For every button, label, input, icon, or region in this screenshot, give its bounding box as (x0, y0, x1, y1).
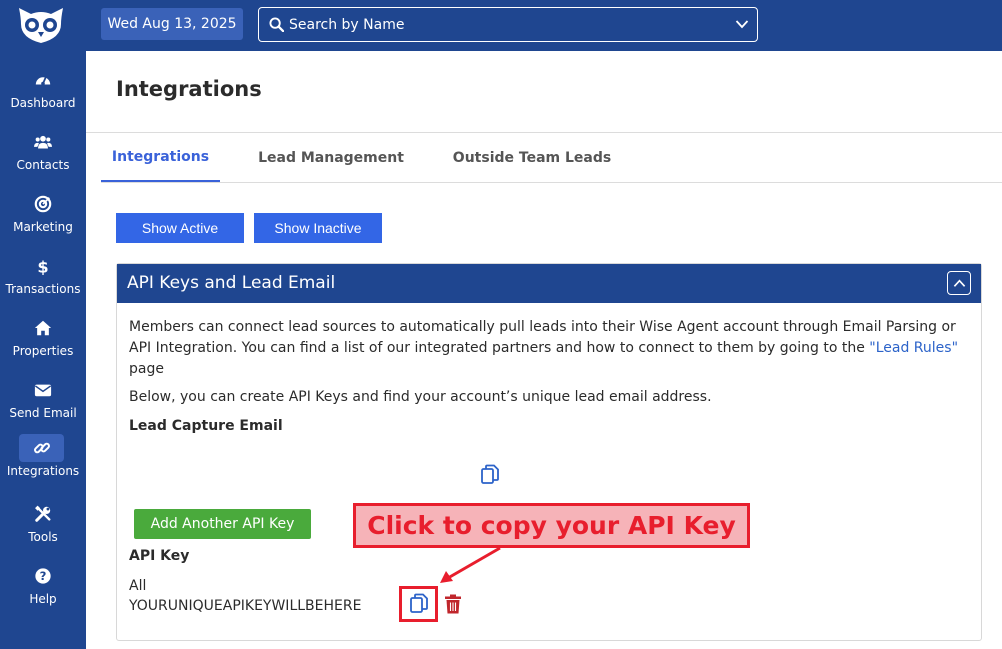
owl-logo-icon[interactable] (17, 6, 65, 44)
sidebar-item-label: Dashboard (10, 96, 76, 110)
sidebar-item-label: Send Email (9, 406, 77, 420)
sidebar-item-label: Contacts (16, 158, 70, 172)
copy-icon (409, 593, 428, 613)
users-icon (29, 128, 57, 156)
api-key-scope: All (129, 578, 147, 594)
sidebar-item-label: Integrations (6, 464, 80, 478)
lead-rules-link[interactable]: "Lead Rules" (869, 340, 958, 356)
arrow-icon (440, 546, 501, 583)
chevron-up-icon (953, 278, 965, 287)
sidebar-item-label: Properties (12, 344, 74, 358)
svg-text:?: ? (40, 569, 47, 583)
api-key-label: API Key (129, 548, 190, 564)
panel-description: Members can connect lead sources to auto… (129, 317, 969, 380)
sidebar-item-send-email[interactable]: Send Email (0, 376, 86, 438)
lead-capture-email-label: Lead Capture Email (129, 418, 283, 434)
copy-icon[interactable] (480, 464, 500, 486)
tools-icon (29, 500, 57, 528)
description-text: Members can connect lead sources to auto… (129, 319, 956, 356)
page-title: Integrations (116, 77, 262, 101)
envelope-icon (29, 376, 57, 404)
show-inactive-button[interactable]: Show Inactive (254, 213, 382, 243)
sidebar-item-label: Transactions (5, 282, 81, 296)
sidebar-item-tools[interactable]: Tools (0, 500, 86, 562)
chevron-down-icon[interactable] (735, 17, 749, 31)
main-content: Integrations Integrations Lead Managemen… (86, 51, 1002, 649)
copy-api-key-button[interactable] (399, 586, 438, 622)
home-icon (29, 314, 57, 342)
api-key-value: YOURUNIQUEAPIKEYWILLBEHERE (129, 598, 362, 614)
sidebar-item-transactions[interactable]: $ Transactions (0, 252, 86, 314)
panel-header: API Keys and Lead Email (117, 264, 981, 303)
page-header: Integrations (86, 51, 1002, 133)
sidebar: Dashboard Contacts Marketing $ Transacti… (0, 0, 86, 649)
collapse-button[interactable] (947, 271, 971, 295)
question-icon: ? (29, 562, 57, 590)
show-active-button[interactable]: Show Active (116, 213, 244, 243)
trash-icon[interactable] (444, 594, 462, 614)
tab-lead-management[interactable]: Lead Management (251, 134, 411, 182)
description-text-end: page (129, 361, 164, 377)
api-key-row: All YOURUNIQUEAPIKEYWILLBEHERE (129, 576, 361, 616)
sidebar-item-marketing[interactable]: Marketing (0, 190, 86, 252)
date-button[interactable]: Wed Aug 13, 2025 (101, 8, 243, 40)
search-box[interactable] (258, 7, 758, 42)
sidebar-item-integrations[interactable]: Integrations (0, 434, 86, 496)
sidebar-item-properties[interactable]: Properties (0, 314, 86, 376)
annotation-callout: Click to copy your API Key (353, 503, 750, 548)
sidebar-item-contacts[interactable]: Contacts (0, 128, 86, 190)
tab-integrations[interactable]: Integrations (101, 134, 220, 182)
api-keys-panel: API Keys and Lead Email Members can conn… (116, 263, 982, 641)
gauge-icon (29, 66, 57, 94)
sidebar-item-dashboard[interactable]: Dashboard (0, 66, 86, 128)
dollar-icon: $ (29, 252, 57, 280)
panel-description-2: Below, you can create API Keys and find … (129, 389, 712, 405)
panel-title: API Keys and Lead Email (127, 273, 336, 293)
search-input[interactable] (289, 15, 709, 35)
sidebar-item-label: Marketing (13, 220, 73, 234)
tab-outside-team-leads[interactable]: Outside Team Leads (451, 134, 613, 182)
add-api-key-button[interactable]: Add Another API Key (134, 509, 311, 539)
sidebar-item-label: Help (29, 592, 57, 606)
tab-bar: Integrations Lead Management Outside Tea… (101, 134, 1002, 183)
sidebar-item-help[interactable]: ? Help (0, 562, 86, 624)
search-icon (269, 17, 284, 32)
svg-text:$: $ (37, 257, 48, 275)
top-bar: Wed Aug 13, 2025 (86, 0, 1002, 51)
link-icon (19, 434, 64, 462)
target-icon (29, 190, 57, 218)
sidebar-item-label: Tools (28, 530, 58, 544)
